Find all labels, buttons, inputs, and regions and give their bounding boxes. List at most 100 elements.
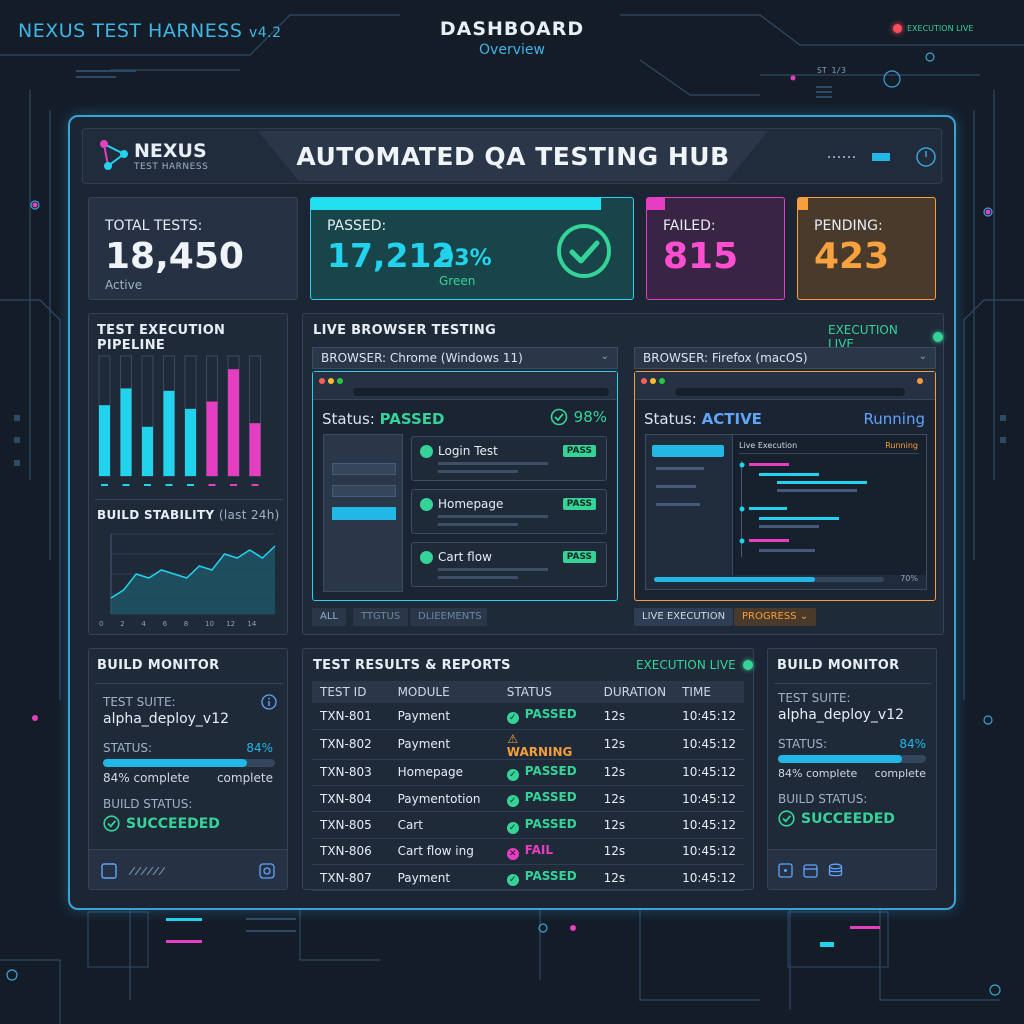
sidebar-item-active[interactable] xyxy=(332,507,396,520)
pending-value: 423 xyxy=(814,236,890,277)
x-tick-label: 2 xyxy=(120,620,124,628)
check-circle-icon xyxy=(778,810,795,827)
pipeline-bar[interactable] xyxy=(228,369,239,476)
module: Payment xyxy=(389,703,499,730)
database-icon[interactable] xyxy=(828,863,843,878)
menu-dot-icon[interactable] xyxy=(917,378,923,384)
status-progress-track xyxy=(103,759,275,767)
filter-chip-status[interactable]: TTGTUS xyxy=(353,608,409,626)
duration: 12s xyxy=(595,703,675,730)
pass-badge: PASS xyxy=(562,551,596,563)
build-status: SUCCEEDED xyxy=(103,815,220,832)
sidebar-item[interactable] xyxy=(332,463,396,475)
pipeline-bar-tick xyxy=(144,484,151,486)
close-dot-icon[interactable] xyxy=(319,378,325,384)
pipeline-bar[interactable] xyxy=(163,390,175,476)
status-progress-fill xyxy=(778,755,903,763)
status-cell: ✓ PASSED xyxy=(498,811,596,839)
filter-chip-elements[interactable]: DLIEEMENTS xyxy=(410,608,487,626)
col-header[interactable]: STATUS xyxy=(498,681,596,703)
maximize-dot-icon[interactable] xyxy=(337,378,343,384)
power-icon[interactable] xyxy=(914,145,938,169)
table-row[interactable]: TXN-805 Cart ✓ PASSED 12s 10:45:12 xyxy=(312,811,744,839)
close-dot-icon[interactable] xyxy=(641,378,647,384)
table-row[interactable]: TXN-802 Payment ⚠WARNING 12s 10:45:12 xyxy=(312,729,744,760)
url-bar[interactable] xyxy=(353,388,609,396)
suite-name: alpha_deploy_v12 xyxy=(103,711,230,727)
failed-value: 815 xyxy=(663,236,739,277)
target-icon[interactable] xyxy=(259,863,275,879)
pipeline-bar-chart xyxy=(98,355,261,486)
module: Homepage xyxy=(389,759,499,787)
divider xyxy=(95,683,283,684)
firefox-window: Status: ACTIVE Running Live Execution Ru… xyxy=(634,371,936,601)
chrome-sidebar xyxy=(323,434,403,592)
table-row[interactable]: TXN-803 Homepage ✓ PASSED 12s 10:45:12 xyxy=(312,759,744,787)
time: 10:45:12 xyxy=(674,729,744,760)
table-row[interactable]: TXN-807 Payment ✓ PASSED 12s 10:45:12 xyxy=(312,864,744,892)
build-status-value: SUCCEEDED xyxy=(126,815,220,832)
suite-label: TEST SUITE: xyxy=(778,691,851,705)
calendar-icon[interactable] xyxy=(803,863,818,878)
test-row[interactable]: Cart flow PASS xyxy=(411,542,607,587)
browser-select-firefox[interactable]: BROWSER: Firefox (macOS) ⌄ xyxy=(634,347,936,369)
check-circle-icon: ✓ xyxy=(506,821,519,834)
square-icon[interactable] xyxy=(101,863,117,879)
maximize-dot-icon[interactable] xyxy=(659,378,665,384)
status-cell: ✓ PASSED xyxy=(498,864,596,892)
time: 10:45:12 xyxy=(674,864,744,892)
pipeline-bar[interactable] xyxy=(142,426,153,476)
test-name: Cart flow xyxy=(438,550,492,564)
battery-icon[interactable] xyxy=(872,152,890,162)
total-tests-card: TOTAL TESTS: 18,450 Active xyxy=(88,197,298,300)
check-circle-icon: ✓ xyxy=(506,768,519,781)
pipeline-bar[interactable] xyxy=(99,405,110,476)
image-icon[interactable] xyxy=(778,863,793,878)
table-row[interactable]: TXN-804 Paymentotion ✓ PASSED 12s 10:45:12 xyxy=(312,785,744,813)
pipeline-bar[interactable] xyxy=(185,408,196,476)
time: 10:45:12 xyxy=(674,759,744,787)
live-nav-item[interactable] xyxy=(656,467,704,470)
pipeline-bar[interactable] xyxy=(120,388,132,476)
live-execution-button[interactable]: LIVE EXECUTION xyxy=(634,608,734,626)
col-header[interactable]: DURATION xyxy=(595,681,675,703)
passed-value: 17,212 xyxy=(327,236,455,275)
table-row[interactable]: TXN-806 Cart flow ing ✕ FAIL 12s 10:45:12 xyxy=(312,838,744,865)
test-row[interactable]: Homepage PASS xyxy=(411,489,607,534)
progress-dropdown[interactable]: PROGRESS ⌄ xyxy=(734,608,817,626)
test-row[interactable]: Login Test PASS xyxy=(411,436,607,481)
info-icon[interactable] xyxy=(261,694,277,710)
duration: 12s xyxy=(595,838,675,865)
status-progress-track xyxy=(778,755,926,763)
live-nav-item[interactable] xyxy=(656,485,696,488)
browser-select-chrome[interactable]: BROWSER: Chrome (Windows 11) ⌄ xyxy=(312,347,618,369)
build-stability-chart: 0 2 4 6 8 10 12 14 xyxy=(99,533,276,628)
app-title-text: NEXUS TEST HARNESS xyxy=(18,20,243,42)
table-row[interactable]: TXN-801 Payment ✓ PASSED 12s 10:45:12 xyxy=(312,703,744,730)
url-bar[interactable] xyxy=(675,388,905,396)
stability-title-text: BUILD STABILITY xyxy=(97,508,215,522)
pending-label: PENDING: xyxy=(814,218,883,234)
minimize-dot-icon[interactable] xyxy=(328,378,334,384)
pipeline-bar[interactable] xyxy=(206,401,218,476)
x-tick-label: 8 xyxy=(184,620,188,628)
stability-subtitle: (last 24h) xyxy=(218,508,280,522)
chrome-percent: 98% xyxy=(550,408,607,426)
live-nav-active[interactable] xyxy=(652,445,724,457)
minimize-dot-icon[interactable] xyxy=(650,378,656,384)
pipeline-bar[interactable] xyxy=(249,423,261,476)
test-id: TXN-803 xyxy=(312,759,390,787)
live-nav-item[interactable] xyxy=(656,503,700,506)
col-header[interactable]: TIME xyxy=(674,681,744,703)
warning-icon: ⚠ xyxy=(507,731,519,746)
complete-right: complete xyxy=(874,767,926,780)
pipeline-panel: TEST EXECUTION PIPELINE BUILD STABILITY … xyxy=(88,313,288,635)
status-text: WARNING xyxy=(506,744,573,759)
live-log-lines xyxy=(739,462,867,552)
passed-card: PASSED: 17,212 93% Green xyxy=(310,197,634,300)
filter-chip-all[interactable]: ALL xyxy=(312,608,346,626)
col-header[interactable]: TEST ID xyxy=(312,681,390,703)
sidebar-item[interactable] xyxy=(332,485,396,497)
failed-label: FAILED: xyxy=(663,218,716,234)
col-header[interactable]: MODULE xyxy=(389,681,499,703)
